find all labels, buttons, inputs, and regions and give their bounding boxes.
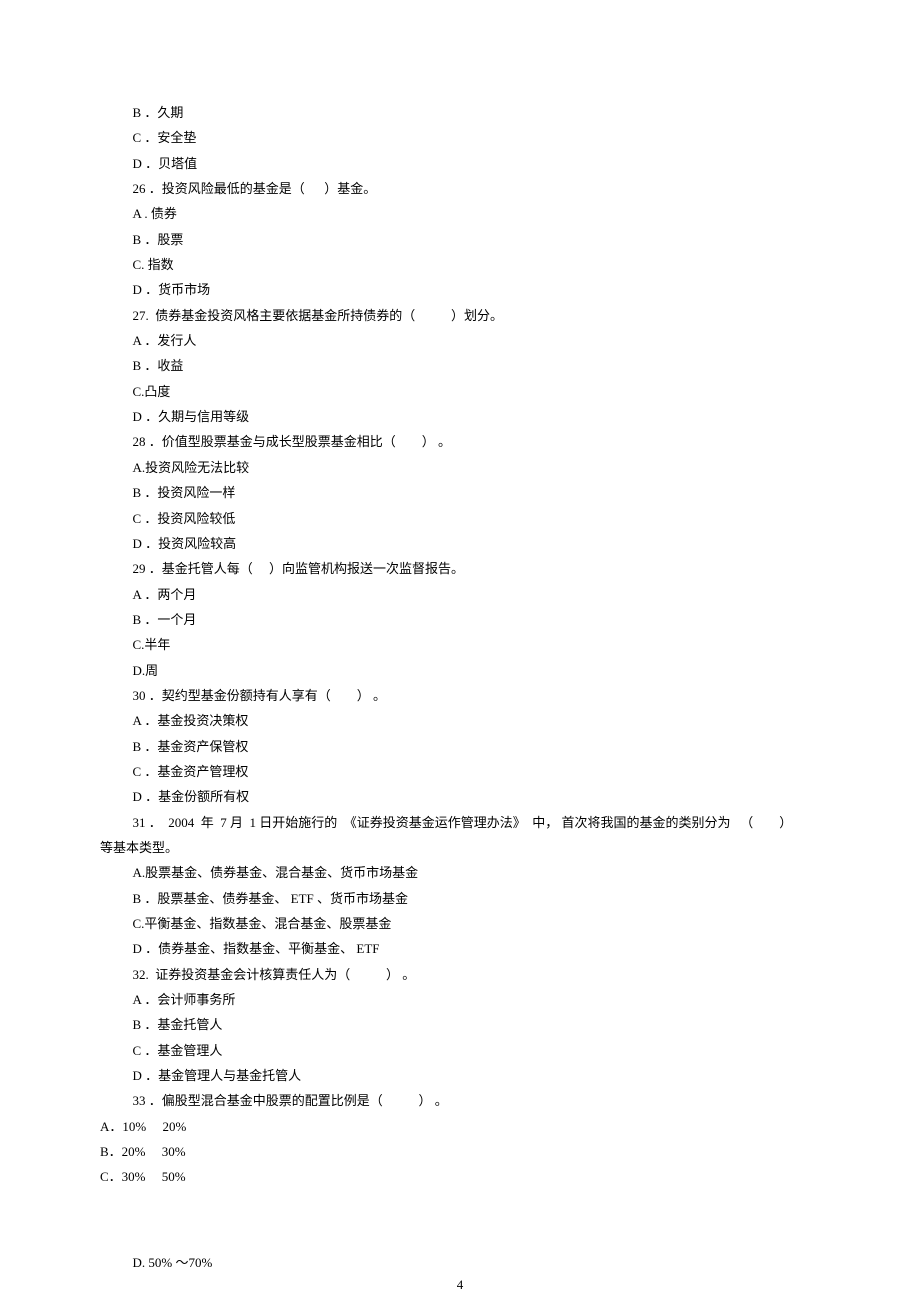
q27-option-a: A ．发行人	[100, 328, 820, 353]
q31-option-c: C.平衡基金、指数基金、混合基金、股票基金	[100, 911, 820, 936]
q26-option-c: C. 指数	[100, 252, 820, 277]
q33-stem: 33 ．偏股型混合基金中股票的配置比例是（ ） 。	[100, 1088, 820, 1113]
q27-option-d: D ．久期与信用等级	[100, 404, 820, 429]
q30-option-d: D ．基金份额所有权	[100, 784, 820, 809]
q29-stem: 29 ．基金托管人每（ ）向监管机构报送一次监督报告。	[100, 556, 820, 581]
q32-option-d: D ．基金管理人与基金托管人	[100, 1063, 820, 1088]
q26-option-a: A . 债券	[100, 201, 820, 226]
q32-stem: 32. 证券投资基金会计核算责任人为（ ） 。	[100, 962, 820, 987]
q32-option-a: A ．会计师事务所	[100, 987, 820, 1012]
q32-option-c: C ．基金管理人	[100, 1038, 820, 1063]
q30-option-a: A ．基金投资决策权	[100, 708, 820, 733]
q31-option-a: A.股票基金、债券基金、混合基金、货币市场基金	[100, 860, 820, 885]
q27-option-c: C.凸度	[100, 379, 820, 404]
q30-stem: 30 ．契约型基金份额持有人享有（ ） 。	[100, 683, 820, 708]
q33-option-a: A．10% 20%	[100, 1114, 820, 1139]
q28-option-d: D ．投资风险较高	[100, 531, 820, 556]
q28-option-c: C ．投资风险较低	[100, 506, 820, 531]
q29-option-a: A ．两个月	[100, 582, 820, 607]
q28-option-b: B ．投资风险一样	[100, 480, 820, 505]
q27-option-b: B ．收益	[100, 353, 820, 378]
q29-option-d: D.周	[100, 658, 820, 683]
q29-option-b: B ．一个月	[100, 607, 820, 632]
q28-stem: 28 ．价值型股票基金与成长型股票基金相比（ ） 。	[100, 429, 820, 454]
q25-option-b: B ．久期	[100, 100, 820, 125]
page-number: 4	[0, 1272, 920, 1297]
q33-option-b: B．20% 30%	[100, 1139, 820, 1164]
q26-stem: 26 ．投资风险最低的基金是（ ）基金。	[100, 176, 820, 201]
q31-stem-line1: 31 ． 2004 年 7 月 1 日开始施行的 《证券投资基金运作管理办法》 …	[100, 810, 820, 835]
q33-option-c: C．30% 50%	[100, 1164, 820, 1189]
q25-option-c: C ．安全垫	[100, 125, 820, 150]
q31-option-d: D ．债券基金、指数基金、平衡基金、 ETF	[100, 936, 820, 961]
q27-stem: 27. 债券基金投资风格主要依据基金所持债券的（ ）划分。	[100, 303, 820, 328]
q25-option-d: D ．贝塔值	[100, 151, 820, 176]
q29-option-c: C.半年	[100, 632, 820, 657]
q31-stem-line2: 等基本类型。	[100, 835, 820, 860]
q30-option-c: C ．基金资产管理权	[100, 759, 820, 784]
q31-option-b: B ．股票基金、债券基金、 ETF 、货币市场基金	[100, 886, 820, 911]
q30-option-b: B ．基金资产保管权	[100, 734, 820, 759]
q28-option-a: A.投资风险无法比较	[100, 455, 820, 480]
q26-option-b: B ．股票	[100, 227, 820, 252]
q26-option-d: D ．货币市场	[100, 277, 820, 302]
q32-option-b: B ．基金托管人	[100, 1012, 820, 1037]
